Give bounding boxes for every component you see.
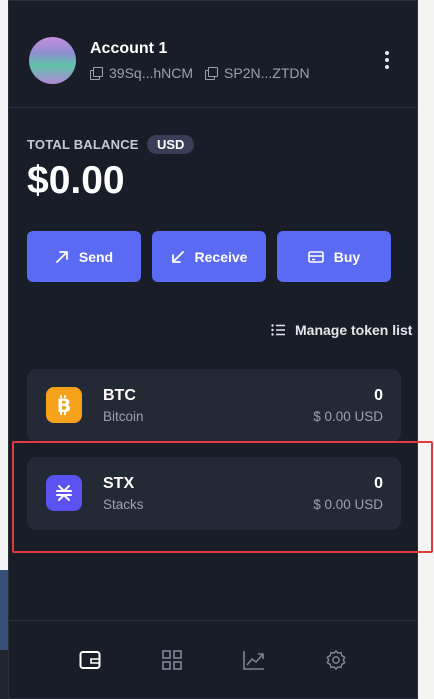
account-header: Account 1 39Sq...hNCM SP2N...ZTDN [9,1,417,108]
token-symbol: STX [103,475,135,492]
currency-selector[interactable]: USD [147,135,195,154]
arrow-up-right-icon [55,250,68,263]
list-icon [271,324,285,336]
action-buttons: Send Receive Buy [27,231,391,282]
token-usd-value: $ 0.00 USD [313,497,383,512]
btc-address-text: 39Sq...hNCM [109,65,194,81]
total-balance-label: TOTAL BALANCE [27,137,139,152]
btc-address[interactable]: 39Sq...hNCM [90,65,193,81]
account-name[interactable]: Account 1 [90,40,167,58]
manage-token-list-button[interactable]: Manage token list [271,322,412,338]
bitcoin-icon: B [46,387,82,423]
copy-icon [205,66,219,80]
receive-label: Receive [194,248,248,265]
token-row-stx[interactable]: STX Stacks 0 $ 0.00 USD [27,457,401,530]
token-usd-value: $ 0.00 USD [313,409,383,424]
buy-label: Buy [333,248,361,265]
arrow-down-left-icon [171,250,184,263]
chart-icon[interactable] [242,648,266,672]
more-options-icon[interactable] [377,51,397,71]
background-strip-dark [0,650,8,699]
svg-text:B: B [57,395,71,416]
token-name: Bitcoin [103,409,144,424]
stx-address[interactable]: SP2N...ZTDN [205,65,310,81]
token-name: Stacks [103,497,144,512]
copy-icon [90,66,103,80]
wallet-icon[interactable] [78,648,102,672]
total-balance-value: $0.00 [27,159,125,202]
stacks-icon [46,475,82,511]
wallet-popup: Account 1 39Sq...hNCM SP2N...ZTDN TOTAL … [8,0,418,699]
grid-icon[interactable] [160,648,184,672]
settings-icon[interactable] [324,648,348,672]
send-label: Send [78,248,114,265]
stx-address-text: SP2N...ZTDN [224,65,310,81]
account-avatar[interactable] [29,37,76,84]
send-button[interactable]: Send [27,231,141,282]
token-row-btc[interactable]: B BTC Bitcoin 0 $ 0.00 USD [27,369,401,442]
receive-button[interactable]: Receive [152,231,266,282]
bottom-nav [9,620,417,698]
token-amount: 0 [374,387,383,404]
address-row: 39Sq...hNCM SP2N...ZTDN [90,65,310,81]
buy-button[interactable]: Buy [277,231,391,282]
token-symbol: BTC [103,387,136,404]
token-amount: 0 [374,475,383,492]
background-strip [0,570,8,650]
manage-token-list-label: Manage token list [295,322,413,338]
card-icon [307,250,324,263]
